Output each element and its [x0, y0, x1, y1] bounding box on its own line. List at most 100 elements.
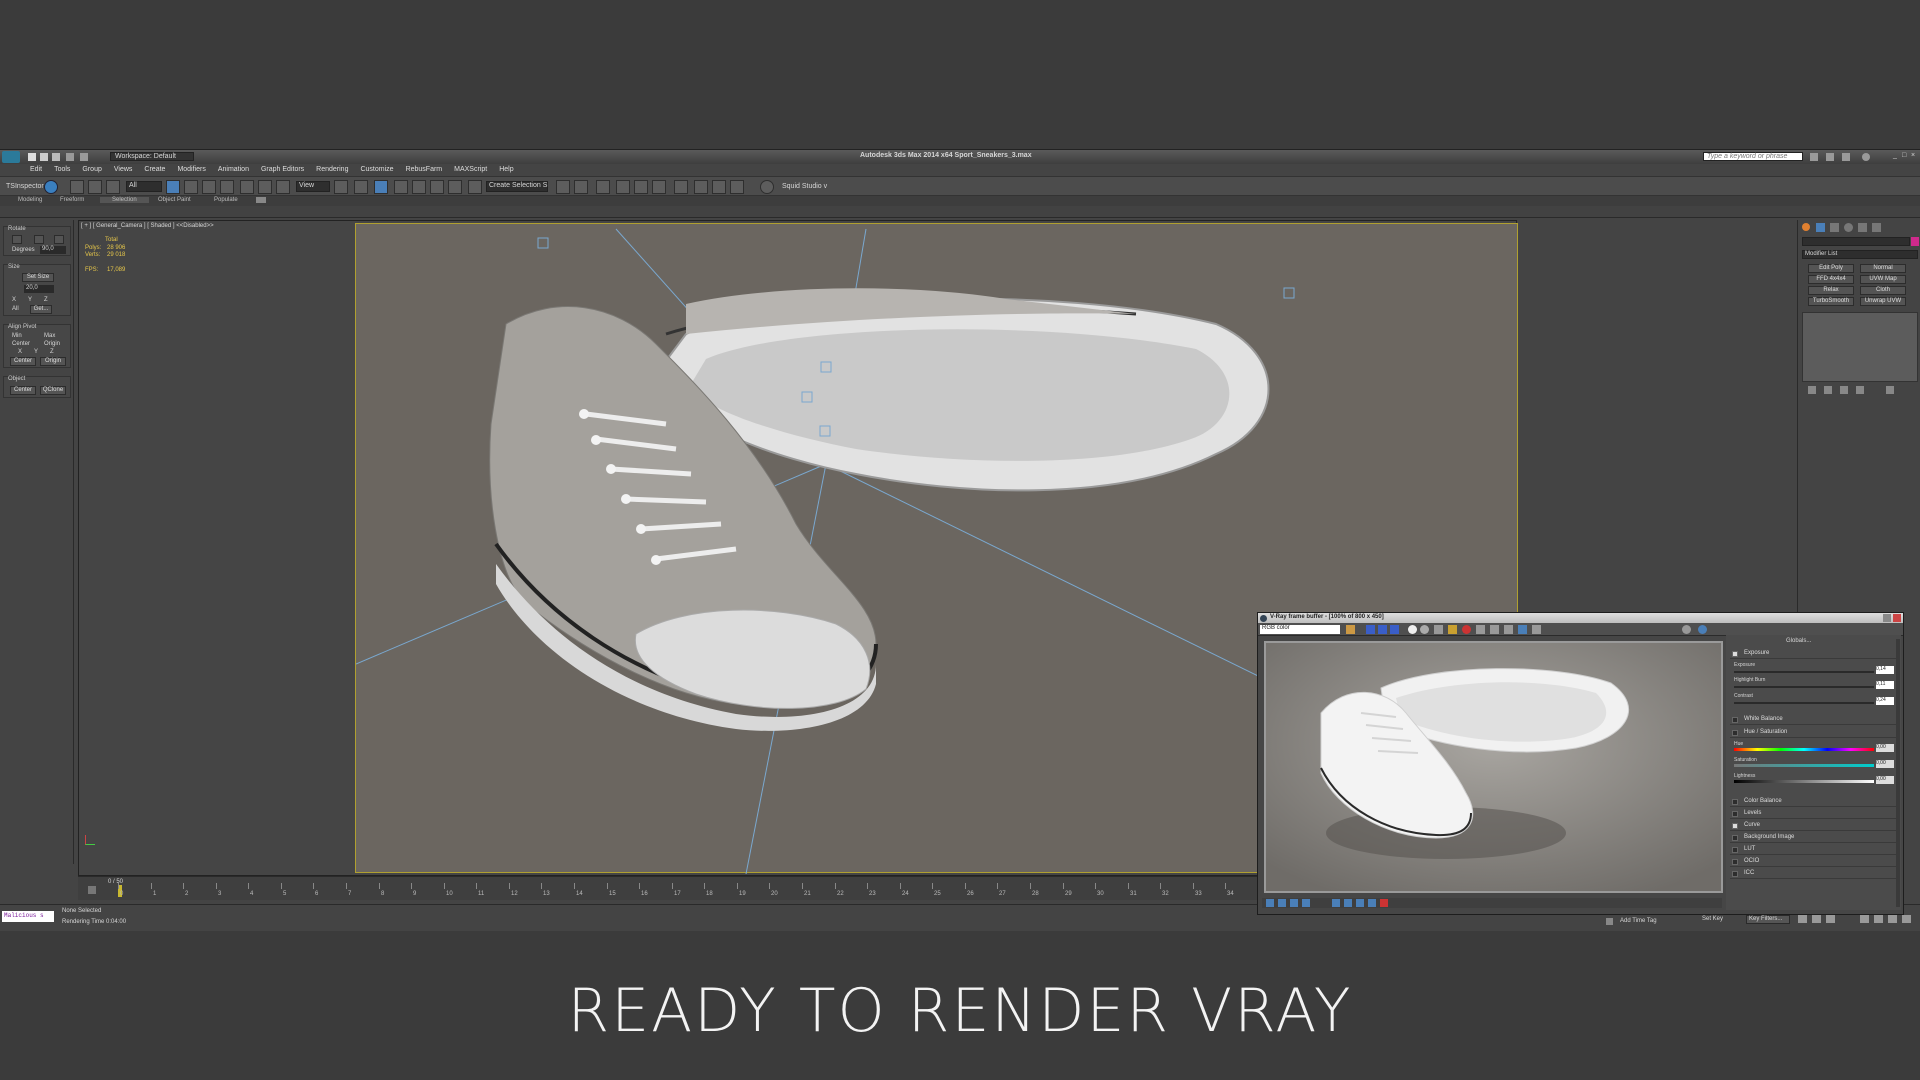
- save-file-icon[interactable]: [52, 153, 60, 161]
- get-size-button[interactable]: Get...: [30, 305, 52, 314]
- save-image-icon[interactable]: [1346, 625, 1355, 634]
- make-unique-icon[interactable]: [1840, 386, 1848, 394]
- set-key-label[interactable]: Set Key: [1702, 916, 1723, 922]
- align-icon[interactable]: [574, 180, 588, 194]
- mono-icon[interactable]: [1420, 625, 1429, 634]
- turbosmooth-button[interactable]: TurboSmooth: [1808, 297, 1854, 306]
- bind-space-warp-icon[interactable]: [106, 180, 120, 194]
- motion-tab-icon[interactable]: [1844, 223, 1853, 232]
- vfb-bottom-icon-3[interactable]: [1290, 899, 1298, 907]
- select-object-icon[interactable]: [166, 180, 180, 194]
- vfb-bottom-icon-4[interactable]: [1302, 899, 1310, 907]
- align-axis-x[interactable]: X: [18, 349, 22, 355]
- size-axis-x[interactable]: X: [12, 297, 16, 303]
- add-time-tag[interactable]: Add Time Tag: [1620, 918, 1657, 924]
- lightness-value[interactable]: 0,00: [1876, 776, 1894, 784]
- degrees-input[interactable]: 90,0: [40, 246, 66, 254]
- exposure-checkbox[interactable]: [1732, 651, 1738, 657]
- utilities-tab-icon[interactable]: [1872, 223, 1881, 232]
- render-production-icon[interactable]: [730, 180, 744, 194]
- unwrap-uvw-button[interactable]: Unwrap UVW: [1860, 297, 1906, 306]
- relax-button[interactable]: Relax: [1808, 286, 1854, 295]
- copy-icon[interactable]: [1434, 625, 1443, 634]
- history-icon[interactable]: [1518, 625, 1527, 634]
- vfb-bottom-icon-8[interactable]: [1368, 899, 1376, 907]
- menu-graph-editors[interactable]: Graph Editors: [255, 164, 310, 176]
- menu-tools[interactable]: Tools: [48, 164, 76, 176]
- mirror-icon[interactable]: [556, 180, 570, 194]
- modifier-list-dropdown[interactable]: Modifier List: [1802, 250, 1918, 259]
- orbit-icon[interactable]: [1888, 915, 1897, 923]
- time-slider[interactable]: 0 / 50 0 1 2 3 4 5 6 7 8 9 10 11 12 13 14 15 16 17 18 19 20 2…: [78, 876, 1258, 900]
- ribbon-toggle-icon[interactable]: [256, 197, 266, 203]
- pivot-origin-radio[interactable]: Origin: [44, 341, 60, 347]
- size-axis-y[interactable]: Y: [28, 297, 32, 303]
- vfb-bottom-icon-1[interactable]: [1266, 899, 1274, 907]
- viewport-label[interactable]: [ + ] [ General_Camera ] [ Shaded ] <<Di…: [81, 223, 214, 229]
- icc-row[interactable]: ICC: [1730, 869, 1897, 879]
- open-folder-icon[interactable]: [1448, 625, 1457, 634]
- menu-edit[interactable]: Edit: [24, 164, 48, 176]
- region-render-icon[interactable]: [1476, 625, 1485, 634]
- white-balance-row[interactable]: White Balance: [1730, 715, 1897, 725]
- workspace-dropdown[interactable]: Workspace: Default: [110, 152, 194, 161]
- ribbon-tab-modeling[interactable]: Modeling: [18, 197, 42, 203]
- link-icon[interactable]: [70, 180, 84, 194]
- select-and-manipulate-icon[interactable]: [354, 180, 368, 194]
- vfb-bottom-icon-2[interactable]: [1278, 899, 1286, 907]
- pivot-max-radio[interactable]: Max: [44, 333, 55, 339]
- move-icon[interactable]: [240, 180, 254, 194]
- render-preview[interactable]: [1264, 641, 1723, 893]
- align-axis-y[interactable]: Y: [34, 349, 38, 355]
- align-axis-z[interactable]: Z: [50, 349, 54, 355]
- ribbon-tab-populate[interactable]: Populate: [214, 197, 238, 203]
- cloth-button[interactable]: Cloth: [1860, 286, 1906, 295]
- ribbon-tab-selection[interactable]: Selection: [100, 197, 149, 203]
- menu-create[interactable]: Create: [138, 164, 171, 176]
- contrast-value[interactable]: 0,24: [1876, 697, 1894, 705]
- vfb-bottom-icon-5[interactable]: [1332, 899, 1340, 907]
- curve-checkbox[interactable]: [1732, 823, 1738, 829]
- menu-modifiers[interactable]: Modifiers: [171, 164, 211, 176]
- lens-effects-icon[interactable]: [1504, 625, 1513, 634]
- menu-animation[interactable]: Animation: [212, 164, 255, 176]
- percent-snap-icon[interactable]: [430, 180, 444, 194]
- unlink-icon[interactable]: [88, 180, 102, 194]
- normal-button[interactable]: Normal: [1860, 264, 1906, 273]
- render-setup-icon[interactable]: [694, 180, 708, 194]
- exposure-value[interactable]: 0,14: [1876, 666, 1894, 674]
- redo-icon[interactable]: [80, 153, 88, 161]
- vfb-panel-scrollbar[interactable]: [1896, 639, 1900, 907]
- menu-group[interactable]: Group: [76, 164, 107, 176]
- lut-checkbox[interactable]: [1732, 847, 1738, 853]
- pivot-center-icon[interactable]: [334, 180, 348, 194]
- angle-snap-icon[interactable]: [412, 180, 426, 194]
- key-icon[interactable]: [1826, 153, 1834, 161]
- hue-value[interactable]: 0,00: [1876, 744, 1894, 752]
- tsinspector-icon[interactable]: [44, 180, 58, 194]
- scale-icon[interactable]: [276, 180, 290, 194]
- previous-frame-icon[interactable]: [1812, 915, 1821, 923]
- configure-sets-icon[interactable]: [1886, 386, 1894, 394]
- rectangular-selection-icon[interactable]: [202, 180, 216, 194]
- white-balance-checkbox[interactable]: [1732, 717, 1738, 723]
- modifier-stack[interactable]: [1802, 312, 1918, 382]
- squid-studio-label[interactable]: Squid Studio v: [782, 183, 827, 190]
- modify-tab-icon[interactable]: [1816, 223, 1825, 232]
- curve-editor-icon[interactable]: [634, 180, 648, 194]
- stereo-icon[interactable]: [1698, 625, 1707, 634]
- help-icon[interactable]: [1862, 153, 1870, 161]
- stop-render-icon[interactable]: [1462, 625, 1471, 634]
- ocio-checkbox[interactable]: [1732, 859, 1738, 865]
- exposure-slider[interactable]: [1734, 671, 1874, 673]
- vray-frame-buffer[interactable]: V-Ray frame buffer - [100% of 800 x 450]…: [1257, 612, 1904, 915]
- menu-help[interactable]: Help: [493, 164, 519, 176]
- object-name-field[interactable]: [1802, 237, 1910, 246]
- vfb-title-bar[interactable]: V-Ray frame buffer - [100% of 800 x 450]: [1258, 613, 1903, 623]
- minimize-icon[interactable]: _: [1893, 152, 1897, 159]
- object-color-swatch[interactable]: [1911, 237, 1919, 246]
- ribbon-tab-object-paint[interactable]: Object Paint: [158, 197, 191, 203]
- vfb-bottom-icon-6[interactable]: [1344, 899, 1352, 907]
- spinner-snap-icon[interactable]: [448, 180, 462, 194]
- lightness-slider[interactable]: [1734, 780, 1874, 783]
